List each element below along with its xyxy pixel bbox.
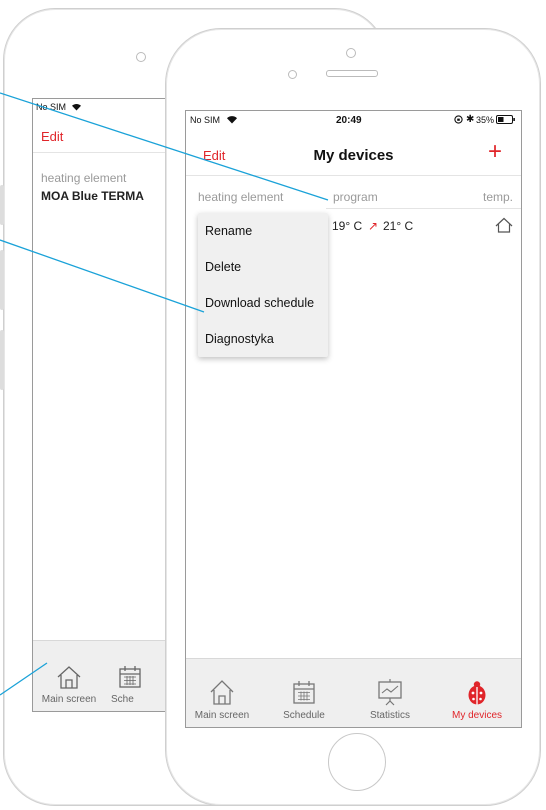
front-phone-screen: No SIM 20:49 ✱ 35% Edit My devices + hea… [185,110,522,728]
column-header-heating-element: heating element [198,190,284,204]
navbar-divider [33,152,183,153]
tab-schedule[interactable]: Schedule [268,678,340,721]
tab-my-devices[interactable]: My devices [441,678,513,721]
tab-bar: Main screen Sche [33,640,183,711]
page-title: My devices [313,147,394,164]
status-bar: No SIM 20:49 ✱ 35% [186,111,521,129]
tab-label: Main screen [194,710,250,721]
ladybug-icon [441,678,513,706]
column-header-heating-element: heating element [41,171,127,185]
tab-main-screen[interactable]: Main screen [186,678,258,721]
column-header-temp: temp. [483,190,514,204]
menu-item-download-schedule[interactable]: Download schedule [198,285,328,321]
edit-button[interactable]: Edit [41,129,63,144]
wifi-icon [226,114,238,126]
chart-board-icon [354,678,426,706]
carrier-label: No SIM [36,102,67,112]
tab-label: Statistics [369,710,410,721]
clock: 20:49 [336,115,362,126]
column-header-program: program [333,190,378,204]
device-name[interactable]: MOA Blue TERMA [41,189,144,203]
tab-bar: Main screen Schedule Statistics My devic… [186,658,521,727]
tab-label: Sche [111,694,134,705]
tab-label: Main screen [41,694,97,705]
battery-percent: 35% [476,115,495,125]
back-phone-side-button [0,330,4,390]
front-phone-sensor [288,70,297,79]
tab-main-screen[interactable]: Main screen [33,664,105,705]
status-bar: No SIM [33,99,183,115]
program-to: 21° C [383,219,414,233]
carrier-label: No SIM [190,115,221,125]
tab-label: My devices [451,710,502,721]
back-phone-screen: No SIM Edit heating element MOA Blue TER… [32,98,184,712]
menu-item-diagnostyka[interactable]: Diagnostyka [198,321,328,357]
home-icon [186,678,258,706]
lock-rotation-icon [454,115,463,126]
back-phone-side-button [0,185,4,225]
navbar-divider [186,175,521,176]
home-icon [33,664,105,690]
battery-icon [496,115,516,126]
context-menu: Rename Delete Download schedule Diagnost… [198,213,328,357]
program-from: 19° C [332,219,363,233]
add-device-button[interactable]: + [488,139,502,165]
home-outline-icon [495,217,513,238]
calendar-icon [268,678,340,706]
front-phone-speaker [326,70,378,77]
tab-label: Schedule [283,710,325,721]
home-button[interactable] [328,733,386,791]
menu-item-rename[interactable]: Rename [198,213,328,249]
bluetooth-icon: ✱ [466,114,475,125]
menu-item-delete[interactable]: Delete [198,249,328,285]
wifi-icon [71,102,82,113]
back-phone-side-button [0,250,4,310]
back-phone-camera [136,52,146,62]
front-phone-camera [346,48,356,58]
program-arrow: ↗ [368,219,379,233]
tab-statistics[interactable]: Statistics [354,678,426,721]
